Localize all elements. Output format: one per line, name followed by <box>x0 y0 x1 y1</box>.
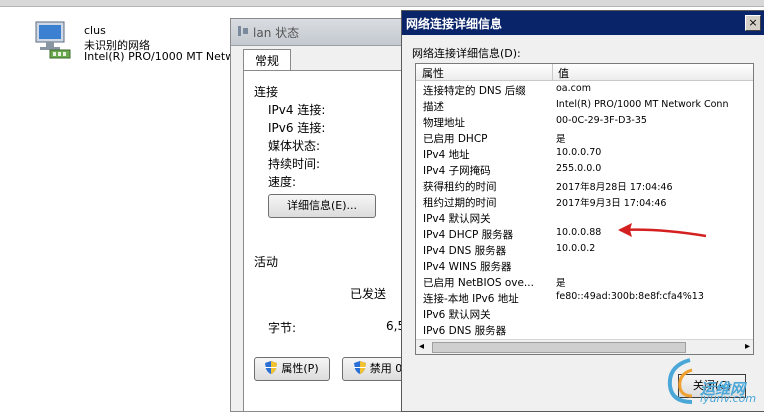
red-arrow-annotation <box>618 223 707 238</box>
row-value: fe80::49ad:300b:8e8f:cfa4%13 <box>556 291 704 302</box>
table-row[interactable]: 物理地址 00-0C-29-3F-D3-35 <box>416 114 753 130</box>
table-row[interactable]: 连接-本地 IPv6 地址 fe80::49ad:300b:8e8f:cfa4%1… <box>416 290 753 306</box>
row-value: 是 <box>556 134 566 145</box>
properties-button-label: 属性(P) <box>281 362 319 375</box>
row-property: IPv6 默认网关 <box>423 309 491 321</box>
list-header: 属性 值 <box>416 64 753 81</box>
table-row[interactable]: 租约过期的时间 2017年9月3日 17:04:46 <box>416 194 753 210</box>
details-titlebar[interactable]: 网络连接详细信息 × <box>402 11 764 35</box>
row-property: IPv4 子网掩码 <box>423 165 491 177</box>
lan-status-title: lan 状态 <box>253 26 300 40</box>
table-row[interactable]: IPv4 子网掩码 255.0.0.0 <box>416 162 753 178</box>
row-property: IPv4 DHCP 服务器 <box>423 229 514 241</box>
table-row[interactable]: 已启用 DHCP 是 <box>416 130 753 146</box>
properties-button[interactable]: 属性(P) <box>254 357 330 381</box>
row-property: IPv4 默认网关 <box>423 213 491 225</box>
scroll-right-icon[interactable]: ▸ <box>745 341 750 352</box>
row-property: IPv4 地址 <box>423 149 470 161</box>
row-value: 是 <box>556 278 566 289</box>
details-list[interactable]: 属性 值 连接特定的 DNS 后缀 oa.com 描述 Intel(R) PRO/10… <box>415 63 754 355</box>
network-window-icon <box>238 26 248 36</box>
ipv6-connection-label: IPv6 连接: <box>268 121 326 135</box>
table-row[interactable]: IPv6 DNS 服务器 <box>416 322 753 338</box>
row-property: IPv4 WINS 服务器 <box>423 261 512 273</box>
row-property: IPv4 DNS 服务器 <box>423 245 507 257</box>
media-state-label: 媒体状态: <box>268 139 321 153</box>
uac-shield-icon <box>353 361 366 374</box>
details-button[interactable]: 详细信息(E)... <box>268 194 376 218</box>
table-row[interactable]: IPv4 WINS 服务器 <box>416 258 753 274</box>
toolbar-strip <box>0 0 764 7</box>
row-value: 255.0.0.0 <box>556 163 602 174</box>
connection-details-window: 网络连接详细信息 × 网络连接详细信息(D): 属性 值 连接特定的 DNS 后… <box>401 10 764 412</box>
watermark-url: iyunv.com <box>700 392 757 405</box>
activity-section-header: 活动 <box>254 255 279 269</box>
table-row[interactable]: IPv4 DNS 服务器 10.0.0.2 <box>416 242 753 258</box>
table-row[interactable]: 描述 Intel(R) PRO/1000 MT Network Conn <box>416 98 753 114</box>
row-value: 10.0.0.70 <box>556 147 602 158</box>
row-value: 00-0C-29-3F-D3-35 <box>556 115 647 126</box>
row-property: 已启用 DHCP <box>423 133 488 145</box>
adapter-name: clus <box>84 24 106 37</box>
row-value: 2017年8月28日 17:04:46 <box>556 182 673 193</box>
disable-button-label: 禁用 0 <box>369 362 403 375</box>
adapter-device: Intel(R) PRO/1000 MT Netw <box>84 50 235 63</box>
tab-general[interactable]: 常规 <box>243 49 291 72</box>
bytes-label: 字节: <box>268 321 297 335</box>
duration-label: 持续时间: <box>268 157 321 171</box>
row-value: oa.com <box>556 83 591 94</box>
table-row[interactable]: IPv4 地址 10.0.0.70 <box>416 146 753 162</box>
row-value: 10.0.0.2 <box>556 243 596 254</box>
details-list-label: 网络连接详细信息(D): <box>412 47 521 60</box>
details-title: 网络连接详细信息 <box>406 17 503 31</box>
column-divider[interactable] <box>552 64 553 80</box>
table-row[interactable]: 连接特定的 DNS 后缀 oa.com <box>416 82 753 98</box>
scroll-left-icon[interactable]: ◂ <box>419 341 424 352</box>
sent-label: 已发送 <box>350 287 387 301</box>
close-icon[interactable]: × <box>745 15 761 31</box>
row-value: Intel(R) PRO/1000 MT Network Conn <box>556 99 729 110</box>
lan-status-titlebar[interactable]: lan 状态 <box>231 19 416 46</box>
horizontal-scrollbar[interactable]: ◂ ▸ <box>416 339 753 354</box>
scrollbar-thumb[interactable] <box>432 342 686 353</box>
column-header-property[interactable]: 属性 <box>422 65 444 81</box>
network-adapter-item[interactable]: clus 未识别的网络 Intel(R) PRO/1000 MT Netw <box>30 18 240 68</box>
table-row[interactable]: 已启用 NetBIOS ove... 是 <box>416 274 753 290</box>
row-property: 物理地址 <box>423 117 465 129</box>
table-row[interactable]: IPv6 默认网关 <box>416 306 753 322</box>
lan-status-window: lan 状态 常规 连接 IPv4 连接: IPv6 连接: 媒体状态: 持续时… <box>230 18 445 412</box>
network-computer-icon <box>35 21 71 59</box>
column-header-value[interactable]: 值 <box>558 65 569 81</box>
connection-section-header: 连接 <box>254 85 279 99</box>
row-property: 描述 <box>423 101 444 113</box>
row-property: 连接特定的 DNS 后缀 <box>423 85 526 97</box>
table-row[interactable]: 获得租约的时间 2017年8月28日 17:04:46 <box>416 178 753 194</box>
row-property: IPv6 DNS 服务器 <box>423 325 507 337</box>
row-property: 已启用 NetBIOS ove... <box>423 277 534 289</box>
row-value: 2017年9月3日 17:04:46 <box>556 198 667 209</box>
row-property: 连接-本地 IPv6 地址 <box>423 293 519 305</box>
uac-shield-icon <box>265 361 278 374</box>
row-property: 租约过期的时间 <box>423 197 497 209</box>
speed-label: 速度: <box>268 175 297 189</box>
watermark-logo-icon <box>667 358 693 404</box>
row-property: 获得租约的时间 <box>423 181 497 193</box>
ipv4-connection-label: IPv4 连接: <box>268 103 326 117</box>
